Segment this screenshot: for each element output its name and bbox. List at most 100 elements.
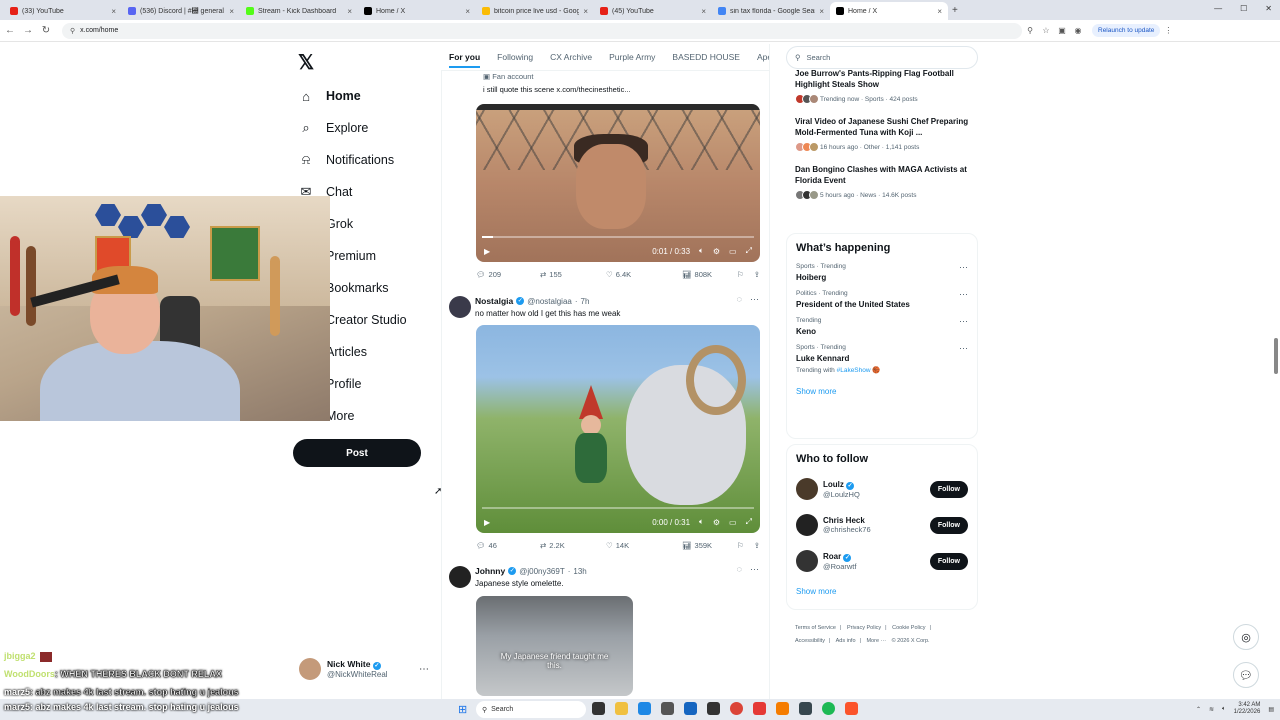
video-progress-bar[interactable] xyxy=(482,507,754,509)
new-tab-button[interactable]: + xyxy=(952,5,958,16)
follow-suggestion[interactable]: Loulz ✓ @LoulzHQ Follow xyxy=(787,471,977,507)
back-icon[interactable]: ← xyxy=(2,25,18,36)
share-icon[interactable]: ⇪ xyxy=(754,270,760,279)
zoom-icon[interactable]: ⚲ xyxy=(1022,26,1038,35)
nav-item-explore[interactable]: ⌕ Explore xyxy=(298,112,407,144)
more-icon[interactable]: ⋯ xyxy=(959,316,968,327)
tab-cx-archive[interactable]: CX Archive xyxy=(550,52,592,62)
more-icon[interactable]: ⋯ xyxy=(750,294,759,305)
show-more-link[interactable]: Show more xyxy=(787,579,977,604)
maximize-button[interactable]: ☐ xyxy=(1240,4,1247,13)
more-icon[interactable]: ⋯ xyxy=(959,262,968,273)
relaunch-button[interactable]: Relaunch to update xyxy=(1092,24,1161,37)
bookmark-icon[interactable]: ⚐ xyxy=(737,541,744,550)
footer-link[interactable]: Privacy Policy xyxy=(847,625,881,631)
brave-icon[interactable] xyxy=(845,702,858,715)
trend-story[interactable]: Dan Bongino Clashes with MAGA Activists … xyxy=(795,164,973,200)
tab-ape[interactable]: Ape xyxy=(757,52,769,62)
browser-tab[interactable]: (45) YouTube × xyxy=(594,2,712,20)
follow-suggestion[interactable]: Roar ✓ @Roarwtf Follow xyxy=(787,543,977,579)
scrollbar-thumb[interactable] xyxy=(1274,338,1278,374)
nav-item-notifications[interactable]: ⍾ Notifications xyxy=(298,144,407,176)
minimize-button[interactable]: — xyxy=(1214,4,1222,13)
views-button[interactable]: 📊︎ 359K xyxy=(682,541,737,550)
grok-icon[interactable]: ◌ xyxy=(737,294,742,305)
trend-item[interactable]: Trending Keno ⋯ xyxy=(787,314,977,341)
profile-icon[interactable]: ◉ xyxy=(1070,26,1086,35)
tab-purple-army[interactable]: Purple Army xyxy=(609,52,655,62)
footer-link[interactable]: Accessibility xyxy=(795,638,825,644)
forward-icon[interactable]: → xyxy=(20,25,36,36)
tab-basedd-house[interactable]: BASEDD HOUSE xyxy=(672,52,740,62)
account-switcher[interactable]: Nick White ✓ @NickWhiteReal ⋯ xyxy=(299,658,439,680)
more-icon[interactable]: ⋯ xyxy=(750,564,759,575)
extension-icon[interactable]: ▣ xyxy=(1054,26,1070,35)
more-icon[interactable]: ⋯ xyxy=(959,289,968,300)
footer-link[interactable]: Terms of Service xyxy=(795,625,836,631)
pip-icon[interactable]: ▭ xyxy=(729,247,737,256)
vlc-icon[interactable] xyxy=(776,702,789,715)
footer-link[interactable]: Ads info xyxy=(836,638,856,644)
browser-tab[interactable]: Stream - Kick Dashboard × xyxy=(240,2,358,20)
windows-start-icon[interactable]: ⊞ xyxy=(458,703,467,716)
video-player[interactable]: ▶ 0:00 / 0:31 🔈︎ ⚙ ▭ ⤢ xyxy=(476,325,760,533)
app-icon[interactable] xyxy=(707,702,720,715)
task-view-icon[interactable] xyxy=(592,702,605,715)
close-icon[interactable]: × xyxy=(583,7,588,16)
play-icon[interactable]: ▶ xyxy=(484,247,490,256)
reply-button[interactable]: 💬︎ 46 xyxy=(476,541,540,550)
close-icon[interactable]: × xyxy=(937,7,942,16)
fullscreen-icon[interactable]: ⤢ xyxy=(746,517,752,527)
volume-icon[interactable]: 🔈︎ xyxy=(699,517,704,527)
trend-item[interactable]: Sports · Trending Luke Kennard Trending wi… xyxy=(787,341,977,379)
spotify-icon[interactable] xyxy=(822,702,835,715)
trend-story[interactable]: Joe Burrow's Pants-Ripping Flag Football… xyxy=(795,68,973,104)
url-field[interactable]: ⚲ x.com/home xyxy=(62,22,1022,39)
share-icon[interactable]: ⇪ xyxy=(754,541,760,550)
more-icon[interactable]: ⋯ xyxy=(419,664,429,675)
grok-fab-button[interactable]: ◎ xyxy=(1233,624,1259,650)
views-button[interactable]: 📊︎ 808K xyxy=(682,270,737,279)
tab-following[interactable]: Following xyxy=(497,52,533,62)
x-logo-icon[interactable]: 𝕏 xyxy=(298,50,314,75)
close-icon[interactable]: × xyxy=(465,7,470,16)
bookmark-star-icon[interactable]: ☆ xyxy=(1038,26,1054,35)
close-icon[interactable]: × xyxy=(229,7,234,16)
browser-tab[interactable]: sin tax florida - Google Search × xyxy=(712,2,830,20)
reply-button[interactable]: 💬︎ 209 xyxy=(476,270,540,279)
like-button[interactable]: ♡ 6.4K xyxy=(606,270,682,279)
follow-suggestion[interactable]: Chris Heck @chrisheck76 Follow xyxy=(787,507,977,543)
taskbar-search[interactable]: ⚲ Search xyxy=(476,701,586,718)
trend-item[interactable]: Sports · Trending Hoiberg ⋯ xyxy=(787,260,977,287)
close-icon[interactable]: × xyxy=(819,7,824,16)
browser-tab[interactable]: Home / X × xyxy=(358,2,476,20)
tab-for-you[interactable]: For you xyxy=(449,52,481,68)
follow-button[interactable]: Follow xyxy=(929,516,968,534)
browser-tab[interactable]: bitcoin price live usd - Google S× xyxy=(476,2,594,20)
more-icon[interactable]: ⋯ xyxy=(959,343,968,354)
hashtag-link[interactable]: #LakeShow 🏀 xyxy=(837,367,881,374)
trend-item[interactable]: Politics · Trending President of the Unit… xyxy=(787,287,977,314)
reload-icon[interactable]: ↻ xyxy=(38,25,54,36)
edge-icon[interactable] xyxy=(638,702,651,715)
avatar[interactable] xyxy=(449,566,471,588)
volume-icon[interactable]: 🔈︎ xyxy=(699,246,704,256)
volume-icon[interactable]: 🔈︎ xyxy=(1222,706,1226,713)
pip-icon[interactable]: ▭ xyxy=(729,518,737,527)
messages-fab-button[interactable]: 💬︎ xyxy=(1233,662,1259,688)
footer-link[interactable]: Cookie Policy xyxy=(892,625,925,631)
video-player[interactable]: ▶ 0:01 / 0:33 🔈︎ ⚙ ▭ ⤢ xyxy=(476,104,760,262)
post-button[interactable]: Post xyxy=(293,439,421,467)
close-icon[interactable]: × xyxy=(701,7,706,16)
avatar[interactable] xyxy=(449,296,471,318)
close-icon[interactable]: × xyxy=(111,7,116,16)
bookmark-icon[interactable]: ⚐ xyxy=(737,270,744,279)
notifications-icon[interactable]: ▤ xyxy=(1268,706,1274,713)
show-more-link[interactable]: Show more xyxy=(787,379,977,404)
fullscreen-icon[interactable]: ⤢ xyxy=(746,246,752,256)
menu-icon[interactable]: ⋮ xyxy=(1160,26,1176,35)
follow-button[interactable]: Follow xyxy=(929,552,968,570)
settings-icon[interactable]: ⚙ xyxy=(713,518,720,527)
app-icon[interactable] xyxy=(753,702,766,715)
chevron-up-icon[interactable]: ⌃ xyxy=(1196,706,1201,713)
